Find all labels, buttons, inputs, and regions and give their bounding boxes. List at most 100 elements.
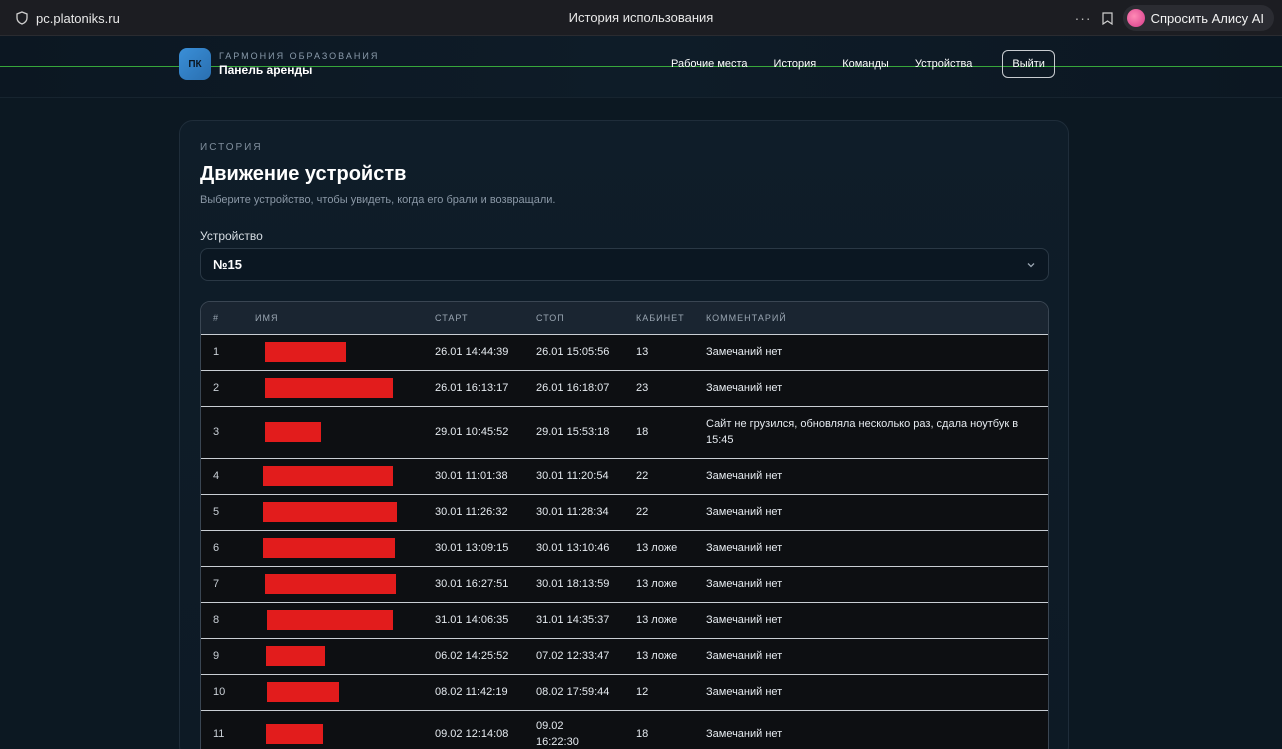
cell-room: 13 ложе	[624, 637, 694, 674]
page-subtitle: Выберите устройство, чтобы увидеть, когд…	[200, 194, 556, 206]
history-table: # ИМЯ СТАРТ СТОП КАБИНЕТ КОММЕНТАРИЙ 1 26…	[200, 301, 1049, 749]
bookmark-icon[interactable]	[1101, 11, 1113, 25]
browser-toolbar: pc.platoniks.ru История использования ··…	[0, 0, 1282, 36]
chevron-down-icon	[1027, 263, 1035, 268]
cell-number: 9	[201, 637, 243, 674]
cell-room: 13 ложе	[624, 565, 694, 602]
logout-button[interactable]: Выйти	[1002, 50, 1055, 78]
redacted-name	[266, 724, 323, 745]
table-row[interactable]: 1 26.01 14:44:39 26.01 15:05:56 13 Замечаний…	[201, 333, 1048, 370]
nav-item-history[interactable]: История	[774, 58, 817, 70]
ask-alice-button[interactable]: Спросить Алису AI	[1122, 5, 1274, 31]
cell-comment: Замечаний нет	[694, 673, 1048, 710]
table-header: # ИМЯ СТАРТ СТОП КАБИНЕТ КОММЕНТАРИЙ	[201, 302, 1048, 334]
history-card: ИСТОРИЯ Движение устройств Выберите устр…	[179, 120, 1069, 749]
cell-number: 8	[201, 601, 243, 638]
table-row[interactable]: 11 09.02 12:14:08 09.02 16:22:30 18 Замечани…	[201, 709, 1048, 749]
cell-room: 18	[624, 709, 694, 749]
cell-number: 2	[201, 369, 243, 406]
cell-stop: 31.01 14:35:37	[524, 601, 624, 638]
redacted-name	[266, 646, 325, 666]
cell-comment: Замечаний нет	[694, 565, 1048, 602]
col-number: #	[213, 312, 220, 323]
cell-name	[243, 673, 423, 710]
table-row[interactable]: 6 30.01 13:09:15 30.01 13:10:46 13 ложе Заме…	[201, 529, 1048, 566]
cell-stop: 30.01 13:10:46	[524, 529, 624, 566]
redacted-name	[267, 682, 339, 702]
table-row[interactable]: 4 30.01 11:01:38 30.01 11:20:54 22 Замечаний…	[201, 457, 1048, 494]
app-header: ПК ГАРМОНИЯ ОБРАЗОВАНИЯ Панель аренды Ра…	[0, 36, 1282, 98]
cell-name	[243, 457, 423, 494]
cell-stop: 09.02 16:22:30	[524, 709, 624, 749]
redacted-name	[263, 502, 397, 522]
cell-comment: Замечаний нет	[694, 601, 1048, 638]
cell-comment: Замечаний нет	[694, 637, 1048, 674]
cell-name	[243, 493, 423, 530]
table-row[interactable]: 8 31.01 14:06:35 31.01 14:35:37 13 ложе Заме…	[201, 601, 1048, 638]
brand[interactable]: ПК ГАРМОНИЯ ОБРАЗОВАНИЯ Панель аренды	[179, 48, 379, 80]
redacted-name	[263, 538, 395, 558]
url-text[interactable]: pc.platoniks.ru	[36, 11, 120, 26]
cell-start: 08.02 11:42:19	[423, 673, 524, 710]
table-row[interactable]: 2 26.01 16:13:17 26.01 16:18:07 23 Замечаний…	[201, 369, 1048, 406]
device-select-value: №15	[213, 257, 242, 272]
cell-start: 26.01 16:13:17	[423, 369, 524, 406]
cell-room: 13 ложе	[624, 601, 694, 638]
cell-start: 30.01 13:09:15	[423, 529, 524, 566]
cell-comment: Замечаний нет	[694, 457, 1048, 494]
table-row[interactable]: 5 30.01 11:26:32 30.01 11:28:34 22 Замечаний…	[201, 493, 1048, 530]
cell-stop: 29.01 15:53:18	[524, 405, 624, 458]
nav-item-workplaces[interactable]: Рабочие места	[671, 58, 748, 70]
nav-item-devices[interactable]: Устройства	[915, 58, 973, 70]
cell-start: 06.02 14:25:52	[423, 637, 524, 674]
cell-name	[243, 333, 423, 370]
redacted-name	[265, 378, 393, 398]
cell-name	[243, 601, 423, 638]
cell-start: 26.01 14:44:39	[423, 333, 524, 370]
cell-stop: 30.01 11:28:34	[524, 493, 624, 530]
cell-number: 7	[201, 565, 243, 602]
cell-stop: 07.02 12:33:47	[524, 637, 624, 674]
main-nav: Рабочие места История Команды Устройства…	[671, 50, 1055, 78]
cell-name	[243, 637, 423, 674]
table-body: 1 26.01 14:44:39 26.01 15:05:56 13 Замечаний…	[201, 333, 1048, 749]
cell-start: 31.01 14:06:35	[423, 601, 524, 638]
more-icon[interactable]: ···	[1075, 10, 1092, 26]
cell-start: 30.01 11:01:38	[423, 457, 524, 494]
table-row[interactable]: 3 29.01 10:45:52 29.01 15:53:18 18 Сайт не г…	[201, 405, 1048, 458]
cell-start: 29.01 10:45:52	[423, 405, 524, 458]
cell-stop: 08.02 17:59:44	[524, 673, 624, 710]
col-room: КАБИНЕТ	[636, 312, 685, 323]
cell-start: 30.01 16:27:51	[423, 565, 524, 602]
col-start: СТАРТ	[435, 312, 469, 323]
cell-stop: 30.01 18:13:59	[524, 565, 624, 602]
cell-stop: 26.01 16:18:07	[524, 369, 624, 406]
table-row[interactable]: 9 06.02 14:25:52 07.02 12:33:47 13 ложе Заме…	[201, 637, 1048, 674]
cell-name	[243, 709, 423, 749]
logo: ПК	[179, 48, 211, 80]
col-comment: КОММЕНТАРИЙ	[706, 312, 787, 323]
cell-name	[243, 369, 423, 406]
cell-room: 12	[624, 673, 694, 710]
cell-number: 6	[201, 529, 243, 566]
table-row[interactable]: 10 08.02 11:42:19 08.02 17:59:44 12 Замечани…	[201, 673, 1048, 710]
redacted-name	[265, 422, 321, 442]
table-row[interactable]: 7 30.01 16:27:51 30.01 18:13:59 13 ложе Заме…	[201, 565, 1048, 602]
device-label: Устройство	[200, 229, 263, 243]
device-select[interactable]: №15	[200, 248, 1049, 281]
cell-stop: 26.01 15:05:56	[524, 333, 624, 370]
cell-comment: Замечаний нет	[694, 709, 1048, 749]
cell-room: 18	[624, 405, 694, 458]
nav-item-teams[interactable]: Команды	[842, 58, 889, 70]
ask-alice-label: Спросить Алису AI	[1150, 10, 1264, 26]
alice-icon	[1126, 9, 1145, 27]
redacted-name	[265, 574, 396, 594]
cell-room: 13	[624, 333, 694, 370]
address-bar[interactable]: pc.platoniks.ru	[16, 0, 120, 36]
cell-number: 10	[201, 673, 243, 710]
cell-comment: Замечаний нет	[694, 333, 1048, 370]
cell-room: 22	[624, 457, 694, 494]
cell-room: 22	[624, 493, 694, 530]
shield-icon	[16, 11, 28, 25]
cell-room: 13 ложе	[624, 529, 694, 566]
